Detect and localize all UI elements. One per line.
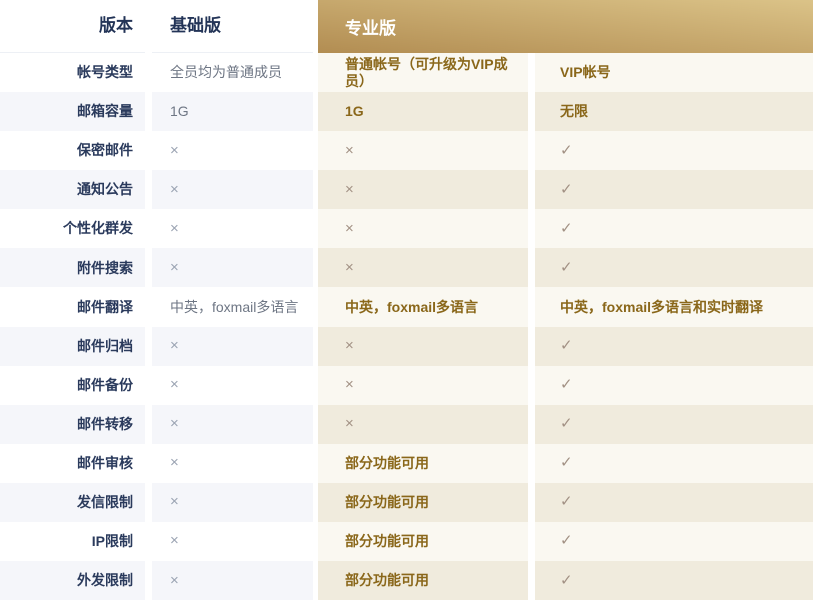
feature-label: 通知公告 [0, 170, 145, 209]
feature-label: 发信限制 [0, 483, 145, 522]
pro-normal-value: 部分功能可用 [318, 522, 528, 561]
table-row: 附件搜索 × × ✓ [0, 248, 821, 287]
feature-label: 邮件归档 [0, 327, 145, 366]
cross-icon: × [318, 366, 528, 405]
check-icon: ✓ [535, 209, 813, 248]
check-icon: ✓ [535, 522, 813, 561]
check-icon: ✓ [535, 248, 813, 287]
pro-normal-value: 部分功能可用 [318, 444, 528, 483]
table-row: 外发限制 × 部分功能可用 ✓ [0, 561, 821, 600]
cross-icon: × [152, 131, 313, 170]
pro-normal-value: 1G [318, 92, 528, 131]
cross-icon: × [152, 248, 313, 287]
table-row: 邮箱容量 1G 1G 无限 [0, 92, 821, 131]
feature-label: 个性化群发 [0, 209, 145, 248]
pro-vip-value: 无限 [535, 92, 813, 131]
cross-icon: × [318, 327, 528, 366]
table-row: 发信限制 × 部分功能可用 ✓ [0, 483, 821, 522]
table-row: 通知公告 × × ✓ [0, 170, 821, 209]
header-basic-edition: 基础版 [152, 0, 313, 53]
feature-label: 外发限制 [0, 561, 145, 600]
feature-label: 邮件转移 [0, 405, 145, 444]
basic-value: 全员均为普通成员 [152, 53, 313, 92]
table-header-row: 版本 基础版 专业版 [0, 0, 821, 53]
cross-icon: × [152, 327, 313, 366]
cross-icon: × [152, 522, 313, 561]
cross-icon: × [152, 366, 313, 405]
feature-label: 邮箱容量 [0, 92, 145, 131]
feature-label: 邮件审核 [0, 444, 145, 483]
cross-icon: × [152, 561, 313, 600]
check-icon: ✓ [535, 131, 813, 170]
table-row: 邮件翻译 中英，foxmail多语言 中英，foxmail多语言 中英，foxm… [0, 287, 821, 326]
table-row: IP限制 × 部分功能可用 ✓ [0, 522, 821, 561]
table-row: 保密邮件 × × ✓ [0, 131, 821, 170]
cross-icon: × [152, 170, 313, 209]
feature-comparison-table: 版本 基础版 专业版 帐号类型 全员均为普通成员 普通帐号（可升级为VIP成员）… [0, 0, 821, 600]
basic-value: 中英，foxmail多语言 [152, 287, 313, 326]
table-row: 个性化群发 × × ✓ [0, 209, 821, 248]
feature-label: 邮件备份 [0, 366, 145, 405]
cross-icon: × [318, 405, 528, 444]
table-row: 邮件归档 × × ✓ [0, 327, 821, 366]
check-icon: ✓ [535, 561, 813, 600]
cross-icon: × [152, 405, 313, 444]
pro-vip-value: VIP帐号 [535, 53, 813, 92]
table-row: 邮件转移 × × ✓ [0, 405, 821, 444]
feature-label: 保密邮件 [0, 131, 145, 170]
pro-normal-value: 部分功能可用 [318, 483, 528, 522]
header-version: 版本 [0, 0, 145, 53]
feature-label: 帐号类型 [0, 53, 145, 92]
cross-icon: × [318, 248, 528, 287]
feature-label: 邮件翻译 [0, 287, 145, 326]
table-row: 邮件备份 × × ✓ [0, 366, 821, 405]
feature-label: IP限制 [0, 522, 145, 561]
cross-icon: × [318, 209, 528, 248]
basic-value: 1G [152, 92, 313, 131]
cross-icon: × [152, 483, 313, 522]
cross-icon: × [318, 131, 528, 170]
pro-normal-value: 中英，foxmail多语言 [318, 287, 528, 326]
check-icon: ✓ [535, 444, 813, 483]
cross-icon: × [152, 209, 313, 248]
cross-icon: × [318, 170, 528, 209]
check-icon: ✓ [535, 170, 813, 209]
pro-normal-value: 部分功能可用 [318, 561, 528, 600]
pro-vip-value: 中英，foxmail多语言和实时翻译 [535, 287, 813, 326]
feature-label: 附件搜索 [0, 248, 145, 287]
table-row: 邮件审核 × 部分功能可用 ✓ [0, 444, 821, 483]
table-row: 帐号类型 全员均为普通成员 普通帐号（可升级为VIP成员） VIP帐号 [0, 53, 821, 92]
cross-icon: × [152, 444, 313, 483]
check-icon: ✓ [535, 366, 813, 405]
check-icon: ✓ [535, 483, 813, 522]
pro-normal-value: 普通帐号（可升级为VIP成员） [318, 53, 528, 92]
check-icon: ✓ [535, 327, 813, 366]
header-pro-edition: 专业版 [318, 0, 813, 53]
check-icon: ✓ [535, 405, 813, 444]
